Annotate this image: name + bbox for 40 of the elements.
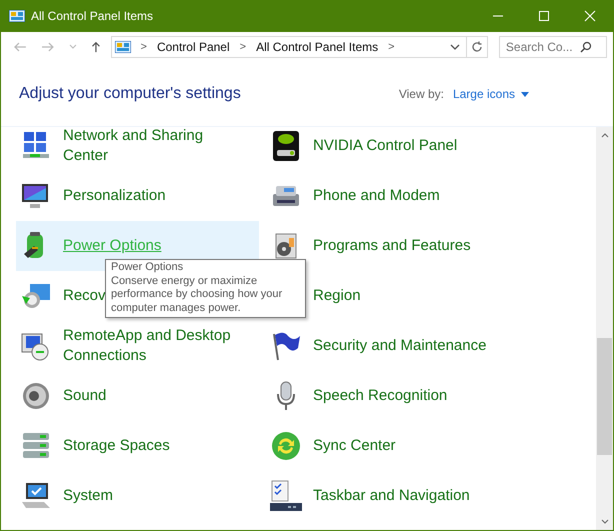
address-bar[interactable]: > Control Panel > All Control Panel Items > [110,36,468,58]
item-label: Storage Spaces [63,436,170,456]
item-label: Speech Recognition [313,386,448,406]
search-field[interactable]: Search Co... [498,36,607,58]
page-heading: Adjust your computer's settings [19,85,241,103]
tooltip-text: Conserve energy or maximize performance by choosing how your computer manages power. [111,274,284,315]
item-label: RemoteApp and Desktop Connections [63,326,231,366]
item-label: Sync Center [313,436,396,456]
control-panel-item[interactable]: Programs and Features [266,221,509,271]
control-panel-item[interactable]: Network and Sharing Center [16,127,259,171]
item-label: System [63,486,114,506]
item-label: Power Options [63,236,162,256]
control-panel-item[interactable]: Storage Spaces [16,421,259,471]
control-panel-item[interactable]: NVIDIA Control Panel [266,127,509,171]
item-label: Taskbar and Navigation [313,486,470,506]
control-panel-item[interactable]: Sync Center [266,421,509,471]
item-label: Personalization [63,186,166,206]
item-label: Network and Sharing Center [63,127,204,166]
control-panel-item[interactable]: Security and Maintenance [266,321,509,371]
item-label: Programs and Features [313,236,471,256]
control-panel-item[interactable]: System [16,471,259,521]
item-label: Phone and Modem [313,186,440,206]
control-panel-item[interactable]: Speech Recognition [266,371,509,421]
control-panel-item[interactable]: Personalization [16,171,259,221]
view-mode-link[interactable]: Large icons [452,87,515,101]
view-by-label: View by: [398,87,444,101]
control-panel-item[interactable]: Sound [16,371,259,421]
breadcrumb-separator[interactable]: > [388,41,395,53]
breadcrumb[interactable]: All Control Panel Items [256,40,378,54]
control-panel-item[interactable]: Taskbar and Navigation [266,471,509,521]
breadcrumb-separator[interactable]: > [240,41,246,53]
breadcrumb[interactable]: Control Panel [156,40,230,54]
item-label: Sound [63,386,106,406]
window-title: All Control Panel Items [31,9,154,23]
breadcrumb-separator[interactable]: > [140,41,147,53]
item-label: NVIDIA Control Panel [313,136,458,156]
control-panel-item[interactable]: RemoteApp and Desktop Connections [16,321,259,371]
control-panel-item[interactable]: Phone and Modem [266,171,509,221]
item-label: Recov [63,286,106,306]
item-label: Security and Maintenance [313,336,486,356]
